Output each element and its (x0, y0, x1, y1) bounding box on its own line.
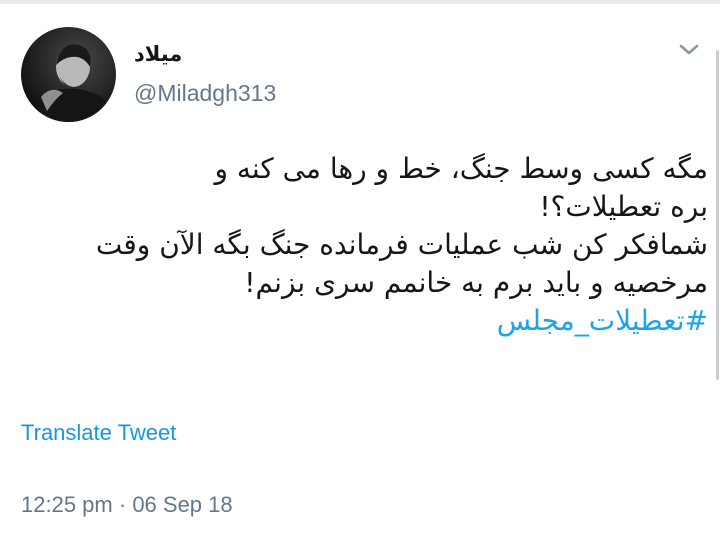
chevron-down-icon[interactable] (676, 40, 702, 60)
scrollbar[interactable] (714, 4, 720, 538)
translate-tweet-link[interactable]: Translate Tweet (21, 420, 176, 446)
tweet-date: 06 Sep 18 (132, 492, 233, 517)
display-name[interactable]: میلاد (134, 42, 244, 66)
scrollbar-thumb[interactable] (716, 50, 719, 380)
username[interactable]: @Miladgh313 (134, 80, 276, 107)
tweet-text: مگه کسی وسط جنگ، خط و رها می کنه و بره ت… (24, 150, 708, 340)
avatar[interactable] (21, 27, 116, 122)
tweet-text-line: مرخصیه و باید برم به خانمم سری بزنم! (244, 266, 708, 299)
tweet-text-line: شمافکر کن شب عملیات فرمانده جنگ بگه الآن… (95, 228, 708, 261)
tweet-text-line: مگه کسی وسط جنگ، خط و رها می کنه و (214, 152, 708, 185)
top-divider (0, 0, 720, 4)
tweet-time: 12:25 pm (21, 492, 113, 517)
profile-photo-icon (21, 27, 116, 122)
meta-separator: · (118, 492, 127, 517)
tweet-timestamp[interactable]: 12:25 pm · 06 Sep 18 (21, 492, 233, 518)
tweet-text-line: بره تعطیلات؟! (539, 190, 708, 223)
hashtag-link[interactable]: #تعطیلات_مجلس (24, 302, 708, 340)
